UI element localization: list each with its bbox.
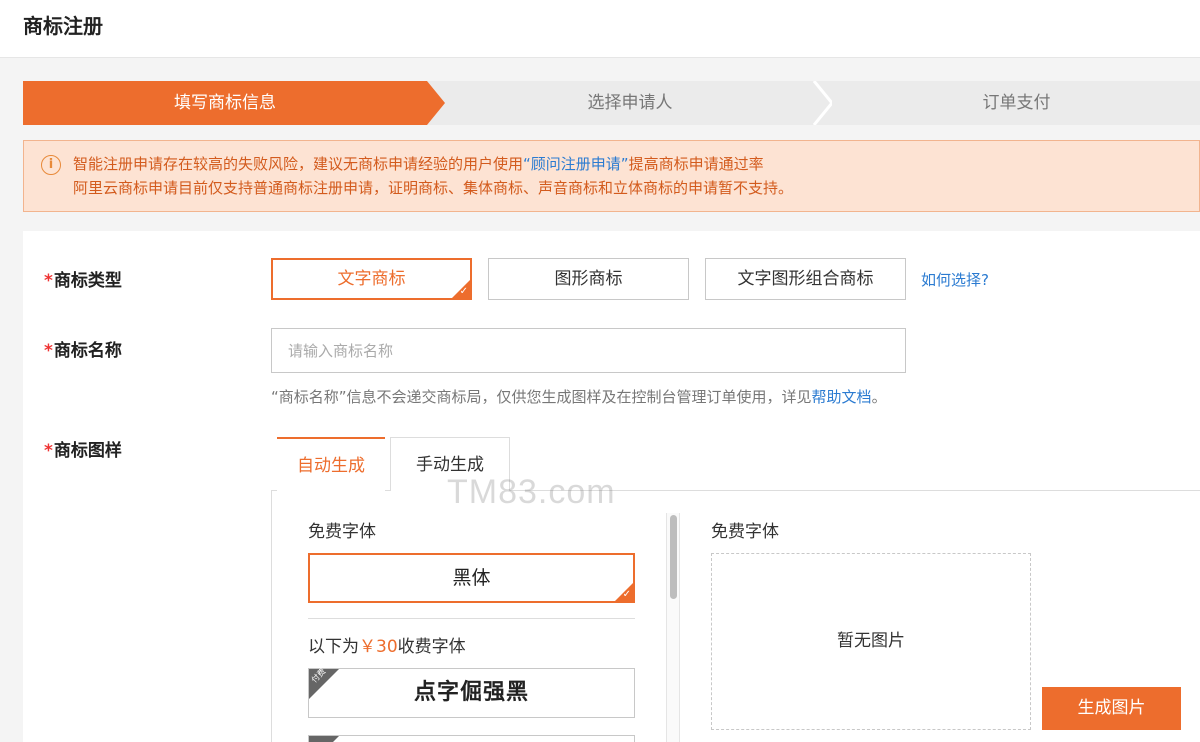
notice-line-2: 阿里云商标申请目前仅支持普通商标注册申请，证明商标、集体商标、声音商标和立体商标… xyxy=(73,179,794,197)
trademark-type-label: *商标类型 xyxy=(44,269,122,293)
step-progress: 选择申请人 订单支付 填写商标信息 xyxy=(23,81,1200,125)
step-order-payment: 订单支付 xyxy=(833,81,1200,125)
paid-price: ￥30 xyxy=(359,637,398,657)
font-name: 黑体 xyxy=(452,567,491,589)
tab-auto-generate[interactable]: 自动生成 xyxy=(277,437,385,491)
check-icon: ✓ xyxy=(459,286,468,297)
font-name: 点字倔强黑 xyxy=(413,680,529,705)
scrollbar-thumb[interactable] xyxy=(670,515,677,599)
required-mark: * xyxy=(44,341,53,361)
trademark-name-input[interactable] xyxy=(271,328,906,373)
preview-font-label: 免费字体 xyxy=(711,522,779,542)
info-icon: i xyxy=(41,155,61,175)
name-hint: “商标名称”信息不会递交商标局，仅供您生成图样及在控制台管理订单使用，详见帮助文… xyxy=(271,386,887,408)
help-doc-link[interactable]: 帮助文档 xyxy=(812,388,872,406)
font-option-next[interactable] xyxy=(308,735,635,742)
preview-area: 暂无图片 xyxy=(711,553,1031,730)
type-option-text[interactable]: 文字商标 ✓ xyxy=(271,258,472,300)
type-option-graphic[interactable]: 图形商标 xyxy=(488,258,689,300)
step-select-applicant: 选择申请人 xyxy=(425,81,835,125)
notice-line-1: 智能注册申请存在较高的失败风险，建议无商标申请经验的用户使用“顾问注册申请”提高… xyxy=(73,153,764,175)
hint-text: 。 xyxy=(871,388,887,406)
step-separator-icon xyxy=(812,81,832,125)
paid-label-text: 收费字体 xyxy=(397,637,466,657)
step-fill-info: 填写商标信息 xyxy=(23,81,427,125)
label-text: 商标图样 xyxy=(53,441,122,461)
preview-empty-text: 暂无图片 xyxy=(837,631,905,651)
font-divider xyxy=(308,618,635,619)
font-option-paid[interactable]: 付费 点字倔强黑 xyxy=(308,667,635,718)
hint-text: “商标名称”信息不会递交商标局，仅供您生成图样及在控制台管理订单使用，详见 xyxy=(271,388,812,406)
trademark-sample-label: *商标图样 xyxy=(44,439,122,463)
label-text: 商标类型 xyxy=(53,271,122,291)
watermark: TM83.com xyxy=(447,473,616,511)
label-text: 商标名称 xyxy=(53,341,122,361)
generate-image-button[interactable]: 生成图片 xyxy=(1042,687,1181,730)
consultant-register-link[interactable]: “顾问注册申请” xyxy=(523,155,629,173)
free-font-label: 免费字体 xyxy=(308,522,376,542)
option-label: 文字图形组合商标 xyxy=(737,269,874,289)
required-mark: * xyxy=(44,441,53,461)
paid-font-label: 以下为￥30收费字体 xyxy=(308,635,466,659)
how-to-choose-link[interactable]: 如何选择? xyxy=(921,269,989,291)
page-title: 商标注册 xyxy=(23,14,103,38)
paid-label-text: 以下为 xyxy=(308,637,359,657)
notice-text: 智能注册申请存在较高的失败风险，建议无商标申请经验的用户使用 xyxy=(73,155,524,173)
required-mark: * xyxy=(44,271,53,291)
option-label: 文字商标 xyxy=(337,269,406,289)
trademark-name-label: *商标名称 xyxy=(44,339,122,363)
notice-text: 提高商标申请通过率 xyxy=(628,155,764,173)
warning-notice: i 智能注册申请存在较高的失败风险，建议无商标申请经验的用户使用“顾问注册申请”… xyxy=(23,140,1200,212)
font-list-scrollbar[interactable] xyxy=(666,513,680,742)
type-option-combined[interactable]: 文字图形组合商标 xyxy=(705,258,906,300)
page-header: 商标注册 xyxy=(0,0,1200,58)
font-option-heiti[interactable]: 黑体 ✓ xyxy=(308,553,635,603)
option-label: 图形商标 xyxy=(554,269,623,289)
paid-badge xyxy=(309,736,339,742)
step-active-arrow xyxy=(427,81,445,125)
check-icon: ✓ xyxy=(622,589,631,600)
